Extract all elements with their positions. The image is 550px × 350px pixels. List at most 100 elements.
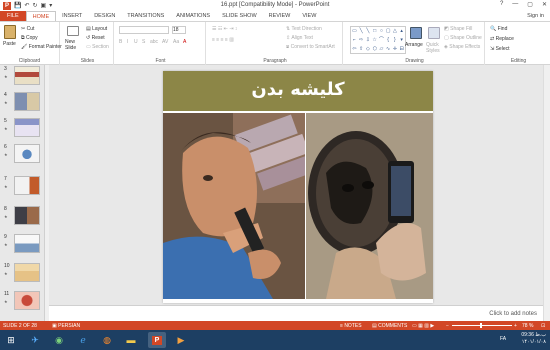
tab-home[interactable]: HOME bbox=[25, 11, 57, 21]
powerpoint-taskbar-icon[interactable]: P bbox=[148, 332, 166, 348]
rounded-rect-shape-icon[interactable]: ▢ bbox=[385, 27, 392, 36]
align-text-button[interactable]: ⇳ Align Text bbox=[286, 35, 313, 41]
oval-shape-icon[interactable]: ○ bbox=[378, 27, 385, 36]
zoom-in-button[interactable]: + bbox=[514, 323, 517, 329]
format-painter-button[interactable]: 🖌 Format Painter bbox=[21, 44, 62, 50]
zoom-out-button[interactable]: − bbox=[446, 323, 449, 329]
start-button-icon[interactable]: ⊞ bbox=[2, 332, 20, 348]
close-button[interactable]: ✕ bbox=[542, 1, 547, 8]
paste-button[interactable]: Paste bbox=[3, 41, 16, 47]
zoom-level[interactable]: 78 % bbox=[522, 323, 533, 329]
new-slide-button[interactable]: New Slide bbox=[65, 39, 83, 51]
tab-slide-show[interactable]: SLIDE SHOW bbox=[216, 11, 263, 21]
line-shape-icon[interactable]: ╲ bbox=[358, 27, 365, 36]
arrow-shape-icon[interactable]: ⇨ bbox=[358, 36, 365, 45]
change-case-button[interactable]: Aa bbox=[173, 39, 179, 45]
reset-button[interactable]: ↺ Reset bbox=[86, 35, 105, 41]
convert-smartart-button[interactable]: ⧈ Convert to SmartArt bbox=[286, 44, 335, 50]
slide-thumbnail[interactable]: 6 ★ bbox=[4, 144, 41, 165]
zoom-slider-thumb[interactable] bbox=[480, 323, 482, 328]
notes-pane[interactable]: Click to add notes bbox=[49, 305, 543, 321]
slide-photo-man-with-phone[interactable] bbox=[163, 113, 305, 299]
replace-button[interactable]: ⇄ Replace bbox=[490, 36, 514, 42]
comments-toggle[interactable]: ▤ COMMENTS bbox=[372, 323, 407, 329]
quick-styles-button[interactable]: Quick Styles bbox=[426, 42, 442, 54]
tab-review[interactable]: REVIEW bbox=[263, 11, 297, 21]
view-buttons[interactable]: ▭ ▦ ▥ ▶ bbox=[412, 323, 434, 329]
curve-shape-icon[interactable]: ∿ bbox=[385, 45, 392, 54]
italic-button[interactable]: I bbox=[127, 39, 128, 45]
slide-thumbnail[interactable]: 4 ★ bbox=[4, 92, 41, 113]
tab-animations[interactable]: ANIMATIONS bbox=[170, 11, 216, 21]
slide-thumbnail[interactable]: 8 ★ bbox=[4, 206, 41, 227]
arrow-shape-icon[interactable]: ⇩ bbox=[365, 36, 372, 45]
tab-view[interactable]: VIEW bbox=[296, 11, 322, 21]
slide-title[interactable]: کلیشه بدن bbox=[163, 79, 433, 100]
more-shapes-icon[interactable]: ▾ bbox=[398, 36, 405, 45]
copy-button[interactable]: ⧉ Copy bbox=[21, 35, 38, 41]
firefox-icon[interactable]: ◍ bbox=[98, 332, 116, 348]
textbox-shape-icon[interactable]: ▭ bbox=[351, 27, 358, 36]
shape-fill-button[interactable]: ◩ Shape Fill bbox=[444, 26, 472, 32]
slide-scrollbar[interactable] bbox=[543, 65, 550, 321]
underline-button[interactable]: U bbox=[134, 39, 138, 45]
brace-shape-icon[interactable]: { bbox=[385, 36, 392, 45]
curve-shape-icon[interactable]: ⌒ bbox=[378, 36, 385, 45]
file-explorer-icon[interactable]: ▬ bbox=[122, 332, 140, 348]
tab-file[interactable]: FILE bbox=[0, 11, 26, 21]
internet-explorer-icon[interactable]: ℯ bbox=[74, 332, 92, 348]
minimize-button[interactable]: — bbox=[512, 1, 518, 8]
tab-transitions[interactable]: TRANSITIONS bbox=[121, 11, 170, 21]
slide-thumbnail[interactable]: 3 ★ bbox=[4, 66, 41, 87]
sign-in-link[interactable]: Sign in bbox=[527, 13, 544, 19]
quick-styles-icon[interactable] bbox=[428, 27, 440, 39]
corner-shape-icon[interactable]: ⌐ bbox=[351, 36, 358, 45]
arrow-shape-icon[interactable]: ⇦ bbox=[351, 45, 358, 54]
arrow-shape-icon[interactable]: ⇧ bbox=[358, 45, 365, 54]
cross-shape-icon[interactable]: ✛ bbox=[392, 45, 399, 54]
font-name-box[interactable] bbox=[119, 26, 169, 34]
media-player-icon[interactable]: ▶ bbox=[172, 332, 190, 348]
select-button[interactable]: ⇲ Select bbox=[490, 46, 510, 52]
slide-thumbnail[interactable]: 5 ★ bbox=[4, 118, 41, 139]
paste-icon[interactable] bbox=[4, 25, 16, 39]
section-button[interactable]: ▭ Section bbox=[86, 44, 109, 50]
text-direction-button[interactable]: ⇅ Text Direction bbox=[286, 26, 322, 32]
fit-slide-icon[interactable]: ⊡ bbox=[541, 323, 545, 329]
strikethrough-button[interactable]: S bbox=[142, 39, 145, 45]
current-slide[interactable]: کلیشه بدن bbox=[163, 71, 433, 303]
slide-thumbnail[interactable]: 11 ★ bbox=[4, 291, 41, 312]
slide-thumbnail[interactable]: 9 ★ bbox=[4, 234, 41, 255]
layout-button[interactable]: ▤ Layout bbox=[86, 26, 107, 32]
system-clock[interactable]: 09:36 ب.ظ ۱۴۰۱/۰۱/۰۸ bbox=[521, 332, 546, 346]
bullets-button[interactable]: ☰ ☷ ⇤ ⇥ ↕ bbox=[212, 26, 237, 32]
diamond-shape-icon[interactable]: ◇ bbox=[365, 45, 372, 54]
slide-thumbnail[interactable]: 10 ★ bbox=[4, 263, 41, 284]
line-shape-icon[interactable]: ╲ bbox=[365, 27, 372, 36]
char-spacing-button[interactable]: AV bbox=[162, 39, 168, 45]
find-button[interactable]: 🔍 Find bbox=[490, 26, 507, 32]
tab-insert[interactable]: INSERT bbox=[56, 11, 88, 21]
notes-toggle[interactable]: ≡ NOTES bbox=[340, 323, 362, 329]
font-size-box[interactable]: 18 bbox=[172, 26, 186, 34]
more-shapes-icon[interactable]: ▴ bbox=[398, 27, 405, 36]
shape-outline-button[interactable]: ▢ Shape Outline bbox=[444, 35, 482, 41]
new-slide-icon[interactable] bbox=[67, 26, 79, 36]
tab-design[interactable]: DESIGN bbox=[88, 11, 121, 21]
shadow-button[interactable]: abc bbox=[150, 39, 158, 45]
globe-icon[interactable]: ◉ bbox=[50, 332, 68, 348]
font-color-button[interactable]: A bbox=[183, 39, 186, 45]
brace-shape-icon[interactable]: } bbox=[392, 36, 399, 45]
callout-shape-icon[interactable]: ▱ bbox=[378, 45, 385, 54]
language-indicator[interactable]: ▣ PERSIAN bbox=[52, 323, 80, 329]
arrange-icon[interactable] bbox=[410, 27, 422, 39]
help-button[interactable]: ? bbox=[500, 1, 503, 8]
maximize-button[interactable]: ▢ bbox=[527, 1, 533, 8]
star-shape-icon[interactable]: ☆ bbox=[371, 36, 378, 45]
align-buttons[interactable]: ≡ ≡ ≡ ≡ ▥ bbox=[212, 37, 234, 43]
bold-button[interactable]: B bbox=[119, 39, 122, 45]
triangle-shape-icon[interactable]: △ bbox=[392, 27, 399, 36]
arrange-button[interactable]: Arrange bbox=[405, 42, 423, 48]
slide-thumbnail[interactable]: 7 ★ bbox=[4, 176, 41, 197]
hexagon-shape-icon[interactable]: ⬡ bbox=[371, 45, 378, 54]
